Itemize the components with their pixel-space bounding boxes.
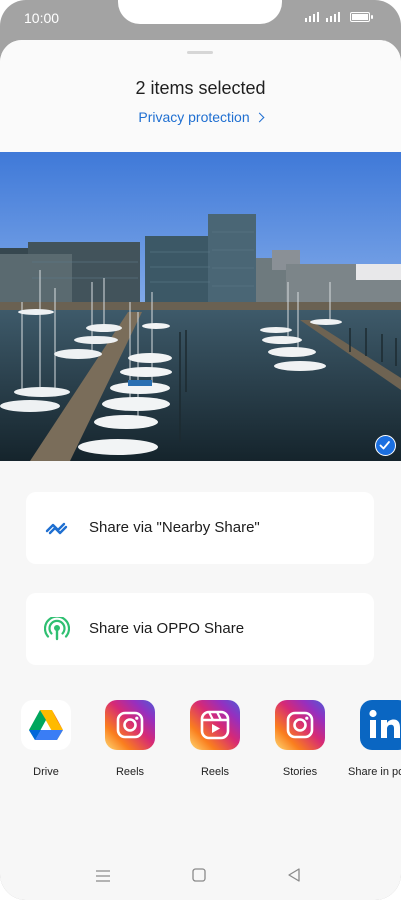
linkedin-icon bbox=[360, 700, 401, 750]
navigation-bar bbox=[0, 860, 401, 900]
battery-icon bbox=[350, 12, 373, 22]
share-option-label: Share via "Nearby Share" bbox=[89, 519, 260, 536]
selected-check-icon[interactable] bbox=[375, 435, 396, 456]
app-linkedin[interactable]: Share in post bbox=[347, 700, 401, 780]
app-name: Share in post bbox=[348, 766, 401, 778]
back-icon[interactable] bbox=[287, 868, 301, 882]
app-reels[interactable]: Reels bbox=[177, 700, 253, 780]
instagram-reels-icon bbox=[190, 700, 240, 750]
app-drive[interactable]: Drive bbox=[8, 700, 84, 780]
nearby-share-icon bbox=[44, 516, 70, 540]
harbor-photo bbox=[0, 152, 401, 461]
google-drive-icon bbox=[21, 700, 71, 750]
instagram-icon bbox=[275, 700, 325, 750]
sheet-header: 2 items selected Privacy protection bbox=[0, 40, 401, 152]
phone-screen: 10:00 2 items selected Privacy protectio… bbox=[0, 0, 401, 900]
camera-notch bbox=[118, 0, 282, 24]
app-instagram-stories[interactable]: Stories bbox=[262, 700, 338, 780]
status-time: 10:00 bbox=[24, 10, 60, 26]
privacy-protection-label: Privacy protection bbox=[138, 109, 250, 125]
chevron-right-icon bbox=[254, 112, 265, 123]
app-instagram-reels[interactable]: Reels bbox=[92, 700, 168, 780]
selected-photo[interactable] bbox=[0, 152, 401, 461]
share-nearby-share-option[interactable]: Share via "Nearby Share" bbox=[26, 492, 374, 564]
oppo-share-icon bbox=[43, 615, 71, 641]
home-icon[interactable] bbox=[192, 868, 206, 882]
menu-icon[interactable] bbox=[96, 869, 110, 883]
instagram-icon bbox=[105, 700, 155, 750]
status-bar: 10:00 bbox=[0, 0, 401, 40]
signal-icon bbox=[305, 12, 319, 22]
app-name: Stories bbox=[282, 766, 318, 778]
app-name: Reels bbox=[115, 766, 145, 778]
app-name: Drive bbox=[33, 766, 59, 778]
app-name: Reels bbox=[200, 766, 230, 778]
privacy-protection-link[interactable]: Privacy protection bbox=[0, 109, 401, 125]
signal-icon bbox=[326, 12, 340, 22]
share-sheet: 2 items selected Privacy protection Shar… bbox=[0, 40, 401, 900]
share-option-label: Share via OPPO Share bbox=[89, 620, 245, 637]
sheet-title: 2 items selected bbox=[135, 78, 266, 98]
drag-handle[interactable] bbox=[187, 51, 213, 54]
share-oppo-share-option[interactable]: Share via OPPO Share bbox=[26, 593, 374, 665]
